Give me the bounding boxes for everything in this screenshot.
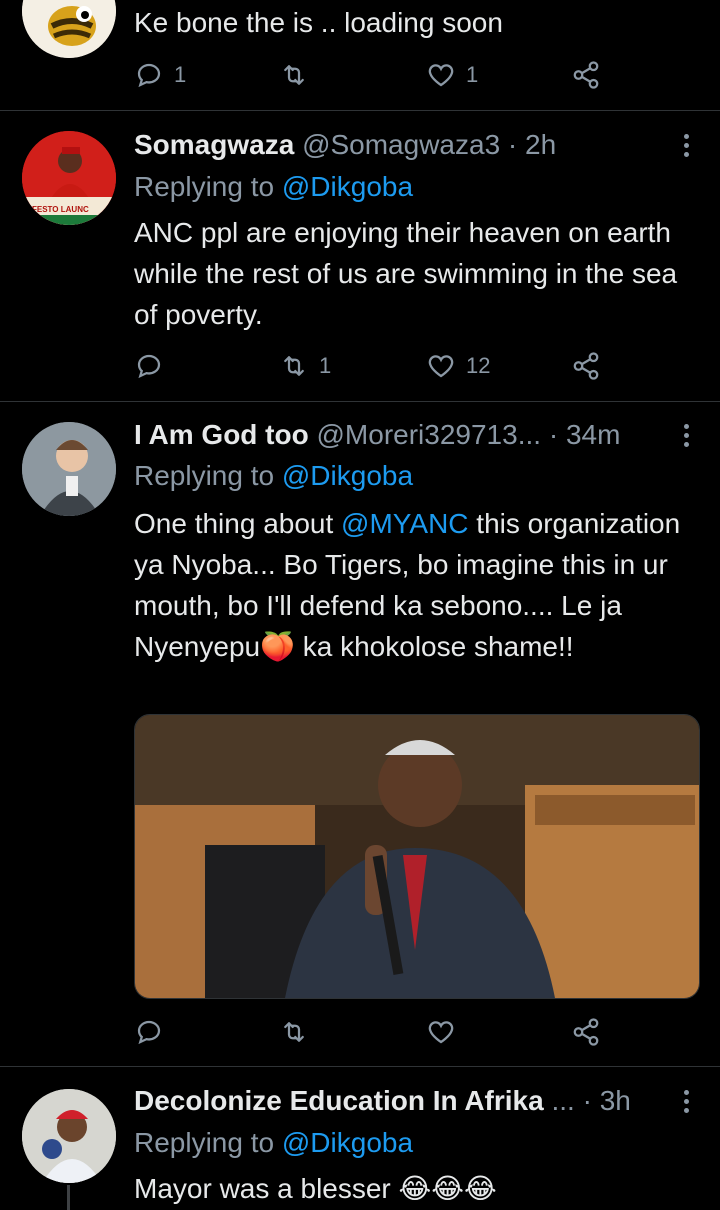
reply-icon bbox=[137, 1020, 161, 1045]
tweet[interactable]: I Am God too @Moreri329713... · 34m Repl… bbox=[0, 0, 720, 1066]
timestamp[interactable]: 3h bbox=[600, 1085, 631, 1116]
like-button[interactable] bbox=[426, 1012, 466, 1052]
display-name[interactable]: Decolonize Education In Afrika bbox=[134, 1085, 544, 1116]
replying-prefix: Replying to bbox=[134, 1127, 275, 1158]
mention-link[interactable]: @MYANC bbox=[341, 508, 468, 539]
laughing-emoji: 😂😂😂 bbox=[398, 1173, 497, 1204]
share-button[interactable] bbox=[571, 1012, 601, 1052]
avatar-image bbox=[22, 1089, 116, 1183]
thread-connector bbox=[67, 1185, 70, 1210]
tweet[interactable]: Decolonize Education In Afrika ... · 3h … bbox=[0, 1067, 720, 1210]
tweet-text: Mayor was a blesser 😂😂😂 bbox=[134, 1168, 699, 1209]
text-segment: ka khokolose shame!! bbox=[294, 631, 574, 662]
peach-emoji: 🍑 bbox=[260, 631, 295, 662]
display-name[interactable]: I Am God too bbox=[134, 419, 309, 450]
timestamp[interactable]: 34m bbox=[566, 419, 620, 450]
replying-prefix: Replying to bbox=[134, 460, 275, 491]
text-segment: One thing about bbox=[134, 508, 342, 539]
tweet-actions bbox=[134, 1012, 604, 1052]
tweet-header: I Am God too @Moreri329713... · 34m bbox=[134, 419, 650, 451]
avatar[interactable] bbox=[22, 1089, 116, 1183]
share-icon bbox=[573, 1018, 599, 1046]
separator-dot: · bbox=[582, 1085, 592, 1116]
avatar[interactable] bbox=[22, 422, 116, 516]
replying-to: Replying to @Dikgoba bbox=[134, 460, 413, 492]
more-options-icon[interactable] bbox=[684, 424, 692, 451]
speaker-photo bbox=[135, 715, 699, 998]
avatar-image bbox=[22, 422, 116, 516]
tweet-header: Decolonize Education In Afrika ... · 3h bbox=[134, 1085, 650, 1117]
name-ellipsis: ... bbox=[551, 1085, 575, 1116]
retweet-button[interactable] bbox=[279, 1012, 319, 1052]
separator-dot: · bbox=[548, 419, 559, 450]
replying-to-mention[interactable]: @Dikgoba bbox=[282, 1127, 413, 1158]
more-options-icon[interactable] bbox=[684, 1090, 692, 1117]
text-segment: Mayor was a blesser bbox=[134, 1173, 391, 1204]
tweet-image[interactable] bbox=[134, 714, 700, 999]
retweet-icon bbox=[284, 1022, 304, 1042]
replying-to: Replying to @Dikgoba bbox=[134, 1127, 413, 1159]
tweet-text: One thing about @MYANC this organization… bbox=[134, 503, 699, 667]
heart-icon bbox=[428, 1021, 454, 1044]
user-handle[interactable]: @Moreri329713... bbox=[317, 419, 542, 450]
replying-to-mention[interactable]: @Dikgoba bbox=[282, 460, 413, 491]
reply-button[interactable] bbox=[134, 1012, 174, 1052]
